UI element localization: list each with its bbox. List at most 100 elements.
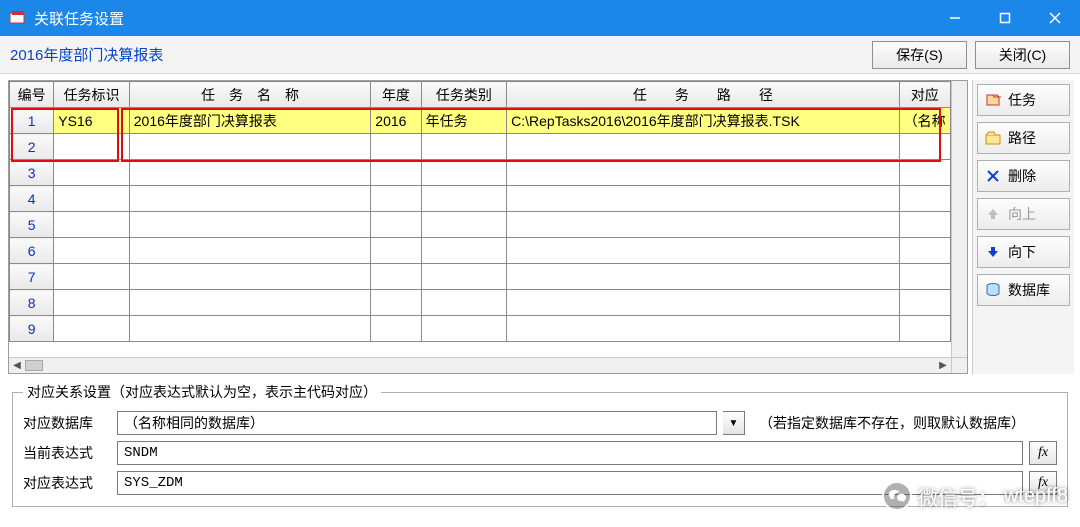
col-header-name[interactable]: 任 务 名 称 bbox=[129, 82, 371, 108]
cell-task_name[interactable] bbox=[129, 134, 371, 160]
vertical-scrollbar[interactable] bbox=[951, 81, 967, 357]
cell-task_name[interactable]: 2016年度部门决算报表 bbox=[129, 108, 371, 134]
table-row[interactable]: 6 bbox=[10, 238, 951, 264]
table-row[interactable]: 8 bbox=[10, 290, 951, 316]
scroll-thumb[interactable] bbox=[25, 360, 43, 371]
close-window-button[interactable] bbox=[1030, 0, 1080, 36]
cell-mapping[interactable] bbox=[899, 264, 950, 290]
delete-button[interactable]: 删除 bbox=[977, 160, 1070, 192]
minimize-button[interactable] bbox=[930, 0, 980, 36]
fx-button-map[interactable]: fx bbox=[1029, 471, 1057, 495]
path-icon bbox=[984, 129, 1002, 147]
move-up-button[interactable]: 向上 bbox=[977, 198, 1070, 230]
cell-task_id[interactable] bbox=[54, 290, 129, 316]
cell-task_id[interactable] bbox=[54, 264, 129, 290]
cell-task_path[interactable] bbox=[507, 316, 900, 342]
top-row: 2016年度部门决算报表 保存(S) 关闭(C) bbox=[0, 36, 1080, 74]
cell-year[interactable] bbox=[371, 134, 421, 160]
cell-task_path[interactable] bbox=[507, 212, 900, 238]
fx-button-current[interactable]: fx bbox=[1029, 441, 1057, 465]
close-button[interactable]: 关闭(C) bbox=[975, 41, 1070, 69]
cell-mapping[interactable] bbox=[899, 290, 950, 316]
table-row[interactable]: 9 bbox=[10, 316, 951, 342]
map-expr-input[interactable]: SYS_ZDM bbox=[117, 471, 1023, 495]
current-expr-input[interactable]: SNDM bbox=[117, 441, 1023, 465]
cell-mapping[interactable] bbox=[899, 186, 950, 212]
task-button[interactable]: 任务 bbox=[977, 84, 1070, 116]
cell-task_id[interactable] bbox=[54, 134, 129, 160]
cell-task_id[interactable] bbox=[54, 238, 129, 264]
cell-mapping[interactable] bbox=[899, 134, 950, 160]
cell-task_name[interactable] bbox=[129, 290, 371, 316]
cell-task_type[interactable] bbox=[421, 160, 507, 186]
table-row[interactable]: 4 bbox=[10, 186, 951, 212]
cell-task_path[interactable] bbox=[507, 238, 900, 264]
cell-mapping[interactable] bbox=[899, 316, 950, 342]
col-header-map[interactable]: 对应 bbox=[899, 82, 950, 108]
cell-mapping[interactable] bbox=[899, 212, 950, 238]
cell-year[interactable] bbox=[371, 264, 421, 290]
db-combo-arrow[interactable]: ▼ bbox=[723, 411, 745, 435]
cell-year[interactable] bbox=[371, 238, 421, 264]
cell-task_type[interactable] bbox=[421, 316, 507, 342]
cell-task_name[interactable] bbox=[129, 316, 371, 342]
save-button[interactable]: 保存(S) bbox=[872, 41, 967, 69]
cell-task_name[interactable] bbox=[129, 264, 371, 290]
cell-task_type[interactable] bbox=[421, 134, 507, 160]
db-combo-value: （名称相同的数据库） bbox=[124, 413, 264, 433]
move-down-button[interactable]: 向下 bbox=[977, 236, 1070, 268]
cell-year[interactable] bbox=[371, 160, 421, 186]
cell-task_path[interactable] bbox=[507, 160, 900, 186]
table-row[interactable]: 2 bbox=[10, 134, 951, 160]
cell-year[interactable] bbox=[371, 316, 421, 342]
cell-task_path[interactable] bbox=[507, 264, 900, 290]
cell-year[interactable] bbox=[371, 212, 421, 238]
maximize-button[interactable] bbox=[980, 0, 1030, 36]
app-icon bbox=[8, 8, 28, 28]
database-button[interactable]: 数据库 bbox=[977, 274, 1070, 306]
cell-task_path[interactable] bbox=[507, 134, 900, 160]
horizontal-scrollbar[interactable]: ◀ ▶ bbox=[9, 357, 951, 373]
cell-task_id[interactable]: YS16 bbox=[54, 108, 129, 134]
cell-mapping[interactable]: （名称 bbox=[899, 108, 950, 134]
db-combo[interactable]: （名称相同的数据库） bbox=[117, 411, 717, 435]
task-grid[interactable]: 编号 任务标识 任 务 名 称 年度 任务类别 任 务 路 径 对应 1YS16… bbox=[8, 80, 968, 374]
cell-task_name[interactable] bbox=[129, 238, 371, 264]
move-up-label: 向上 bbox=[1008, 204, 1036, 224]
cell-task_type[interactable] bbox=[421, 212, 507, 238]
cell-year[interactable]: 2016 bbox=[371, 108, 421, 134]
cell-task_name[interactable] bbox=[129, 212, 371, 238]
table-row[interactable]: 5 bbox=[10, 212, 951, 238]
cell-task_id[interactable] bbox=[54, 212, 129, 238]
report-name: 2016年度部门决算报表 bbox=[10, 44, 864, 65]
cell-task_id[interactable] bbox=[54, 186, 129, 212]
title-bar: 关联任务设置 bbox=[0, 0, 1080, 36]
col-header-type[interactable]: 任务类别 bbox=[421, 82, 507, 108]
cell-mapping[interactable] bbox=[899, 160, 950, 186]
cell-task_type[interactable] bbox=[421, 264, 507, 290]
scroll-right-icon[interactable]: ▶ bbox=[935, 358, 951, 374]
cell-task_path[interactable] bbox=[507, 290, 900, 316]
cell-mapping[interactable] bbox=[899, 238, 950, 264]
cell-year[interactable] bbox=[371, 186, 421, 212]
path-button[interactable]: 路径 bbox=[977, 122, 1070, 154]
cell-year[interactable] bbox=[371, 290, 421, 316]
scroll-left-icon[interactable]: ◀ bbox=[9, 358, 25, 374]
cell-task_name[interactable] bbox=[129, 160, 371, 186]
cell-task_id[interactable] bbox=[54, 316, 129, 342]
col-header-path[interactable]: 任 务 路 径 bbox=[507, 82, 900, 108]
table-row[interactable]: 7 bbox=[10, 264, 951, 290]
cell-task_type[interactable] bbox=[421, 238, 507, 264]
cell-task_name[interactable] bbox=[129, 186, 371, 212]
cell-task_type[interactable] bbox=[421, 290, 507, 316]
col-header-year[interactable]: 年度 bbox=[371, 82, 421, 108]
cell-task_type[interactable] bbox=[421, 186, 507, 212]
col-header-id[interactable]: 任务标识 bbox=[54, 82, 129, 108]
cell-task_type[interactable]: 年任务 bbox=[421, 108, 507, 134]
table-row[interactable]: 3 bbox=[10, 160, 951, 186]
table-row[interactable]: 1YS162016年度部门决算报表2016年任务C:\RepTasks2016\… bbox=[10, 108, 951, 134]
cell-task_path[interactable] bbox=[507, 186, 900, 212]
col-header-num[interactable]: 编号 bbox=[10, 82, 54, 108]
cell-task_path[interactable]: C:\RepTasks2016\2016年度部门决算报表.TSK bbox=[507, 108, 900, 134]
cell-task_id[interactable] bbox=[54, 160, 129, 186]
